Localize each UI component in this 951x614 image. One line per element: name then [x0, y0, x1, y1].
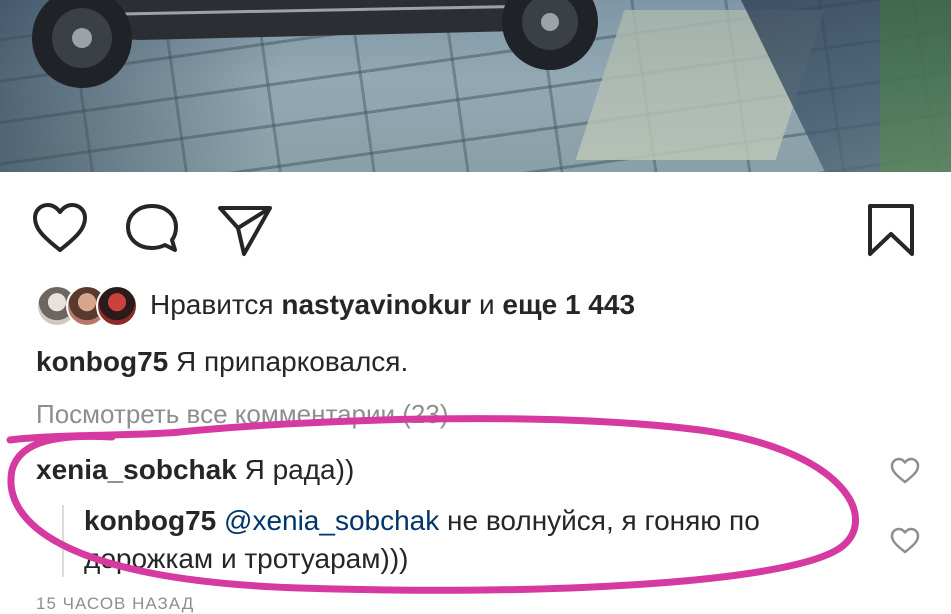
heart-icon[interactable]	[32, 202, 88, 254]
post-caption: konbog75 Я припарковался.	[36, 342, 408, 382]
comment: xenia_sobchak Я рада))	[36, 450, 354, 490]
view-all-comments-link[interactable]: Посмотреть все комментарии (23)	[36, 396, 449, 432]
avatar	[96, 285, 138, 327]
comment-like-heart-icon[interactable]	[890, 457, 920, 485]
likes-text: Нравится nastyavinokur и еще 1 443	[150, 285, 635, 325]
reply-comment: konbog75 @xenia_sobchak не волнуйся, я г…	[84, 502, 844, 578]
likes-middle: и	[478, 289, 495, 320]
reply-mention-link[interactable]: @xenia_sobchak	[224, 505, 439, 536]
share-icon[interactable]	[216, 202, 274, 258]
comment-icon[interactable]	[124, 202, 180, 256]
likes-user-link[interactable]: nastyavinokur	[281, 289, 471, 320]
reply-like-heart-icon[interactable]	[890, 527, 920, 555]
liker-avatars	[36, 285, 138, 327]
likes-count-link[interactable]: еще 1 443	[502, 289, 635, 320]
scooter-illustration	[32, 0, 598, 88]
likes-prefix: Нравится	[150, 289, 274, 320]
reply-thread-line	[62, 505, 64, 577]
post-photo[interactable]	[0, 0, 951, 172]
caption-text: Я припарковался.	[176, 346, 409, 377]
likes-row[interactable]: Нравится nastyavinokur и еще 1 443	[36, 285, 635, 327]
caption-username[interactable]: konbog75	[36, 346, 168, 377]
comment-text: Я рада))	[244, 454, 355, 485]
reply-username[interactable]: konbog75	[84, 505, 216, 536]
bookmark-icon[interactable]	[866, 202, 916, 258]
comment-username[interactable]: xenia_sobchak	[36, 454, 237, 485]
post-timestamp: 15 ЧАСОВ НАЗАД	[36, 594, 195, 613]
action-bar	[0, 190, 951, 270]
